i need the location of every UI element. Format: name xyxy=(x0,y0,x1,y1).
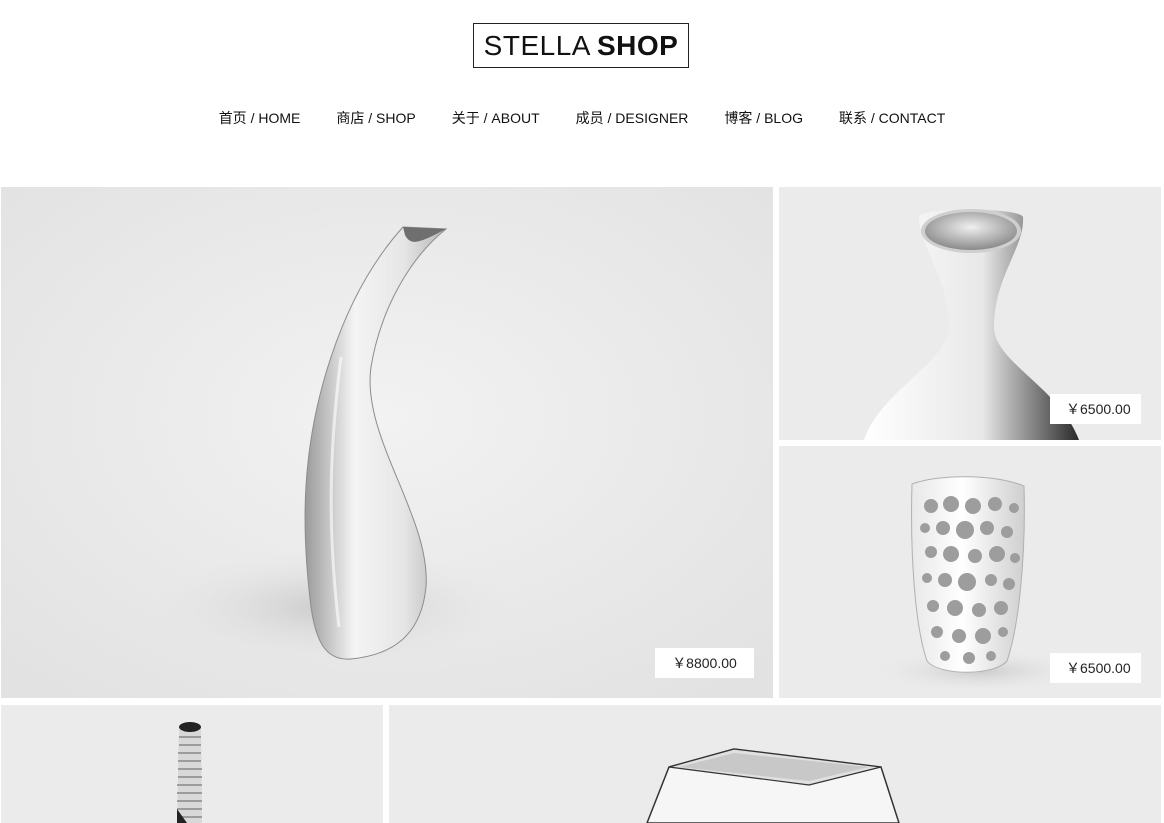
nav-item-home[interactable]: 首页 / HOME xyxy=(219,108,301,128)
nav-item-blog[interactable]: 博客 / BLOG xyxy=(724,108,803,128)
main-nav: 首页 / HOME 商店 / SHOP 关于 / ABOUT 成员 / DESI… xyxy=(0,108,1164,128)
nav-item-shop[interactable]: 商店 / SHOP xyxy=(336,108,415,128)
logo-text-light: STELLA xyxy=(483,29,591,61)
square-vase-image xyxy=(389,705,1161,823)
product-tile-square-vase[interactable] xyxy=(389,705,1161,823)
price-tag: ￥8800.00 xyxy=(655,648,754,678)
nav-item-contact[interactable]: 联系 / CONTACT xyxy=(839,108,945,128)
logo-text-bold: SHOP xyxy=(596,29,679,61)
price-tag: ￥6500.00 xyxy=(1050,394,1141,424)
product-tile-curved-vase[interactable]: ￥8800.00 xyxy=(1,187,773,698)
nav-item-about[interactable]: 关于 / ABOUT xyxy=(452,108,540,128)
site-logo[interactable]: STELLA SHOP xyxy=(473,23,689,68)
price-tag: ￥6500.00 xyxy=(1050,653,1141,683)
product-tile-bottle-vase[interactable]: ￥6500.00 xyxy=(779,187,1161,440)
product-tile-ribbed-vase[interactable] xyxy=(1,705,383,823)
ribbed-vase-image xyxy=(1,705,383,823)
curved-vase-image xyxy=(1,187,773,698)
nav-item-designer[interactable]: 成员 / DESIGNER xyxy=(576,108,689,128)
product-tile-perforated-vase[interactable]: ￥6500.00 xyxy=(779,446,1161,698)
